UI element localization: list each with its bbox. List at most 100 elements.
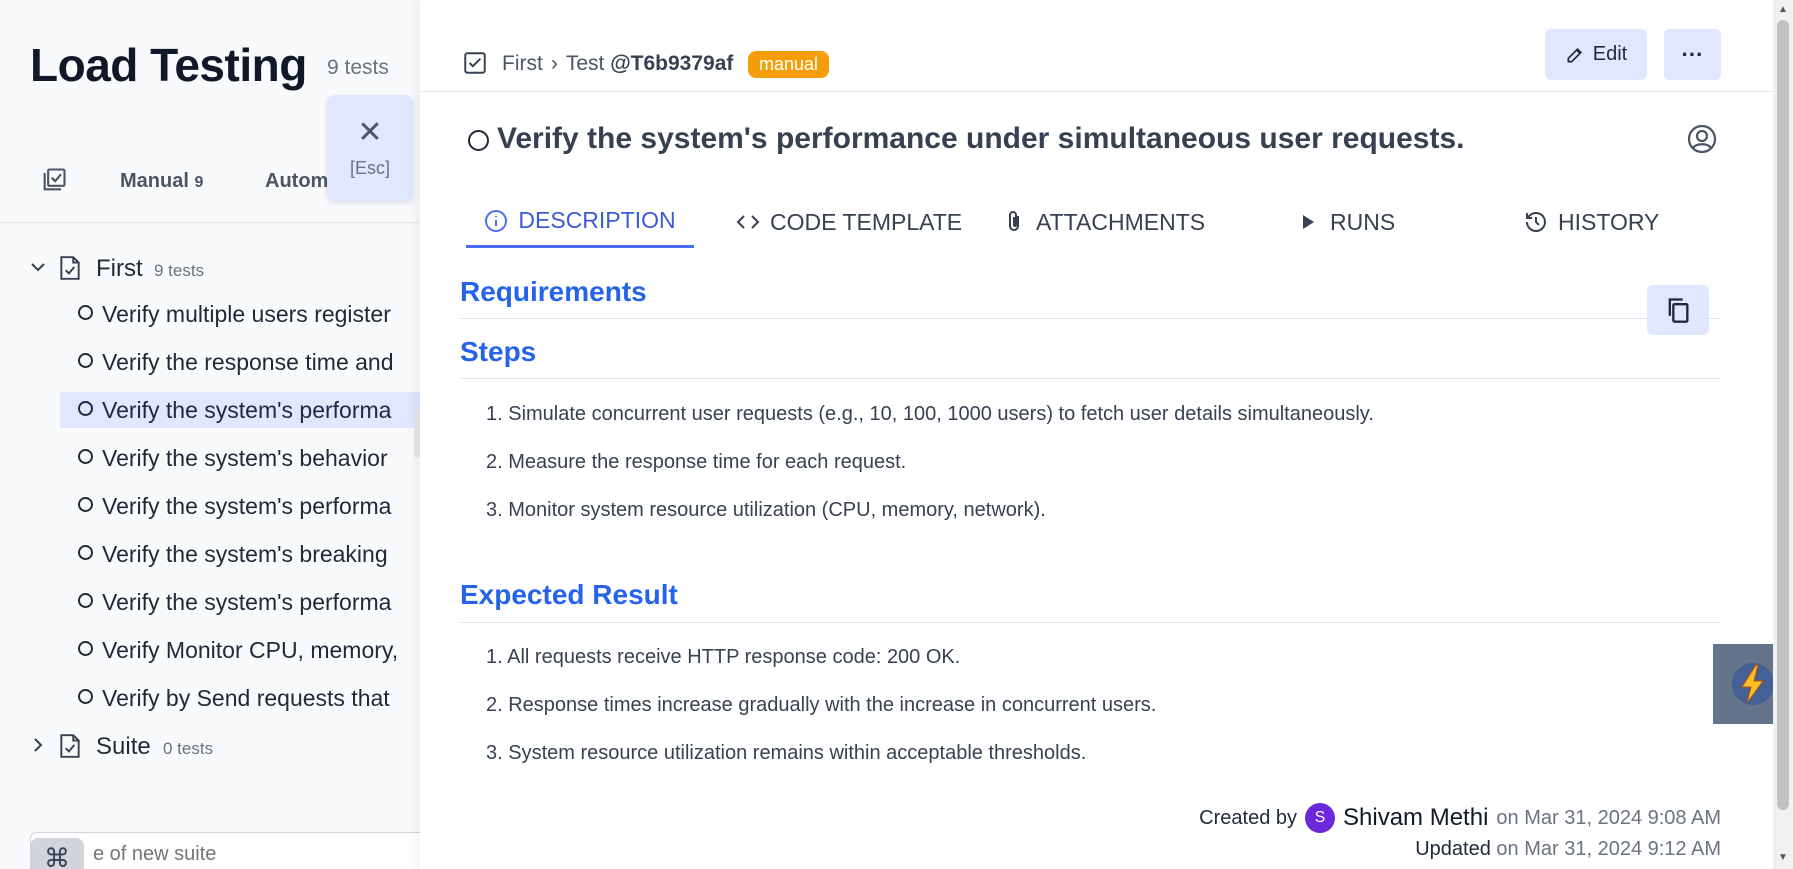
expected-item: 2. Response times increase gradually wit… — [486, 694, 1157, 716]
new-suite-field[interactable] — [30, 832, 420, 869]
scroll-down-icon[interactable]: ▼ — [1778, 852, 1788, 863]
code-icon — [736, 215, 760, 229]
test-list-item-selected[interactable]: Verify the system's performa — [60, 392, 420, 428]
chevron-down-icon[interactable] — [30, 259, 46, 280]
suite-name: First — [96, 255, 143, 282]
test-title-text: Verify the system's performance under si… — [497, 122, 1465, 155]
test-list-item-label: Verify the system's performa — [102, 589, 392, 615]
history-icon — [1526, 212, 1546, 232]
play-icon — [1303, 215, 1314, 229]
expected-item: 1. All requests receive HTTP response co… — [486, 646, 961, 668]
detail-header: First › Test @T6b9379af manual Edit ··· — [420, 0, 1773, 92]
test-list-item[interactable]: Verify by Send requests that — [60, 680, 420, 716]
filter-tabs: Manual 9 Autom — [0, 160, 420, 202]
requirements-heading: Requirements — [460, 276, 647, 307]
breadcrumb-separator: › — [550, 52, 558, 75]
scrollbar-thumb[interactable] — [1777, 20, 1789, 810]
sidebar-test-count: 9 tests — [327, 56, 389, 79]
test-list-item[interactable]: Verify the system's performa — [60, 584, 420, 620]
assignee-icon[interactable] — [1687, 124, 1717, 154]
pencil-icon — [1567, 47, 1582, 62]
checklist-icon[interactable] — [40, 166, 68, 194]
updated-at: Updated on Mar 31, 2024 9:12 AM — [1415, 838, 1721, 861]
more-options-button[interactable]: ··· — [1664, 29, 1721, 80]
test-list-item-label: Verify the system's breaking — [102, 541, 388, 567]
test-title: Verify the system's performance under si… — [468, 122, 1465, 156]
lightning-icon — [1732, 663, 1774, 705]
test-list-item-label: Verify the system's performa — [102, 397, 392, 423]
step-item: 3. Monitor system resource utilization (… — [486, 499, 1046, 521]
created-date: on Mar 31, 2024 9:08 AM — [1496, 806, 1721, 829]
test-status-circle — [78, 641, 93, 656]
tab-label: ATTACHMENTS — [1036, 208, 1206, 235]
test-type-badge: manual — [748, 51, 830, 78]
command-icon[interactable]: ⌘ — [30, 838, 84, 869]
tab-label: DESCRIPTION — [518, 207, 676, 233]
test-status-circle — [78, 545, 93, 560]
divider — [460, 318, 1721, 319]
scroll-up-icon[interactable]: ▲ — [1778, 4, 1788, 15]
breadcrumb-suite-link[interactable]: First — [502, 52, 543, 75]
test-status-circle — [78, 689, 93, 704]
chevron-right-icon[interactable] — [30, 737, 46, 758]
tab-label: RUNS — [1330, 208, 1396, 235]
filter-tab-automated[interactable]: Autom — [265, 170, 328, 193]
expected-result-heading: Expected Result — [460, 579, 678, 610]
filter-tab-count: 9 — [194, 174, 204, 191]
breadcrumb-test-label: Test — [565, 52, 605, 75]
paperclip-icon — [1009, 211, 1019, 231]
created-label: Created by — [1199, 806, 1298, 829]
copy-button[interactable] — [1647, 285, 1709, 335]
test-status-circle — [78, 593, 93, 608]
tab-history[interactable]: HISTORY — [1524, 196, 1659, 248]
avatar: S — [1305, 803, 1336, 833]
new-suite-input[interactable] — [41, 843, 420, 866]
test-list-item-label: Verify multiple users register — [102, 301, 391, 327]
close-icon: ✕ — [357, 115, 383, 149]
tab-code-template[interactable]: CODE TEMPLATE — [736, 196, 962, 248]
test-status-circle — [78, 449, 93, 464]
created-by: Created by S Shivam Methi on Mar 31, 202… — [1199, 803, 1721, 833]
suite-file-icon — [60, 256, 80, 280]
updated-date: on Mar 31, 2024 9:12 AM — [1496, 838, 1721, 860]
steps-heading: Steps — [460, 336, 537, 367]
divider — [0, 222, 420, 223]
tab-label: CODE TEMPLATE — [770, 208, 963, 235]
suite-sidebar: Load Testing 9 tests ✕ [Esc] Manual 9 Au… — [0, 0, 420, 869]
divider — [460, 378, 1721, 379]
scrollbar[interactable]: ▲ ▼ — [1773, 0, 1793, 869]
filter-tab-label: Manual — [120, 170, 189, 192]
test-list-item[interactable]: Verify the response time and — [60, 344, 420, 380]
author-name: Shivam Methi — [1343, 804, 1489, 831]
test-status-circle — [78, 353, 93, 368]
test-status-circle — [78, 305, 93, 320]
suite-name: Suite — [96, 733, 151, 760]
filter-tab-manual[interactable]: Manual 9 — [120, 170, 203, 193]
test-list-item[interactable]: Verify the system's breaking — [60, 536, 420, 572]
updated-label: Updated — [1415, 838, 1491, 860]
test-list-item-label: Verify the response time and — [102, 349, 394, 375]
breadcrumb: First › Test @T6b9379af — [502, 52, 733, 76]
tab-label: HISTORY — [1558, 208, 1660, 235]
test-list-item[interactable]: Verify multiple users register — [60, 296, 420, 332]
tab-runs[interactable]: RUNS — [1296, 196, 1395, 248]
test-list-item[interactable]: Verify the system's performa — [60, 488, 420, 524]
edit-button-label: Edit — [1592, 43, 1628, 65]
test-status-circle — [78, 497, 93, 512]
sidebar-title: Load Testing — [30, 39, 307, 91]
step-item: 1. Simulate concurrent user requests (e.… — [486, 403, 1374, 425]
test-list-item-label: Verify by Send requests that — [102, 685, 390, 711]
step-item: 2. Measure the response time for each re… — [486, 451, 907, 473]
suite-file-icon — [60, 734, 80, 758]
filter-tab-label: Autom — [265, 170, 329, 192]
tab-description[interactable]: DESCRIPTION — [466, 196, 694, 248]
test-list-item[interactable]: Verify the system's behavior — [60, 440, 420, 476]
suite-count: 9 tests — [154, 261, 205, 280]
suite-row-first[interactable]: First 9 tests — [0, 247, 420, 287]
edit-button[interactable]: Edit — [1545, 29, 1647, 80]
suite-row-suite[interactable]: Suite 0 tests — [0, 725, 420, 765]
test-detail-panel: First › Test @T6b9379af manual Edit ··· Ve… — [420, 0, 1773, 869]
tab-attachments[interactable]: ATTACHMENTS — [1002, 196, 1205, 248]
test-list-item[interactable]: Verify Monitor CPU, memory, — [60, 632, 420, 668]
expected-item: 3. System resource utilization remains w… — [486, 742, 1087, 764]
